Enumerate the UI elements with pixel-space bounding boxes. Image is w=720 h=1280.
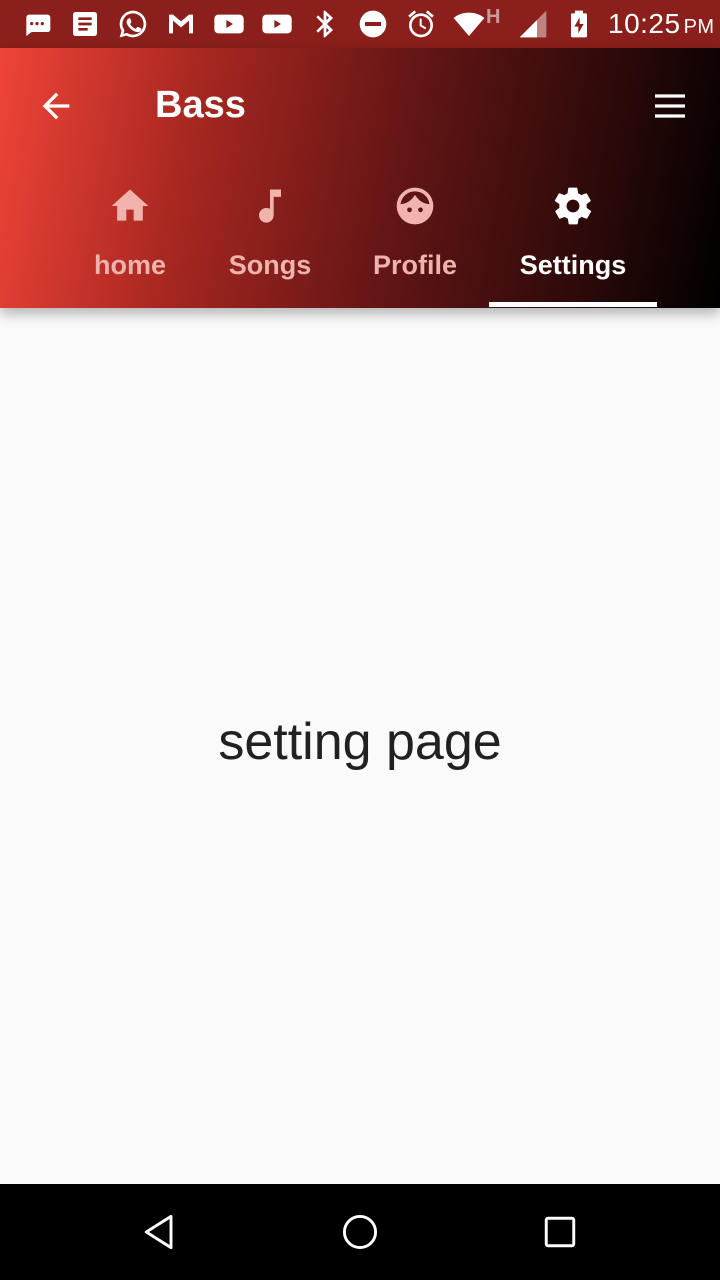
- signal-icon: [516, 7, 550, 41]
- screen: H 10:25 PM Bass home Songs Profile Setti…: [0, 0, 720, 1280]
- app-title: Bass: [155, 84, 246, 126]
- page-content-text: setting page: [218, 713, 502, 771]
- arrow-back-icon: [42, 92, 70, 120]
- clock-time: 10:25: [608, 8, 681, 39]
- wifi-icon: [452, 7, 486, 41]
- tab-home[interactable]: home: [70, 178, 190, 308]
- face-icon: [393, 184, 437, 228]
- app-bar: Bass home Songs Profile Settings: [0, 48, 720, 308]
- back-triangle-icon: [144, 1214, 173, 1250]
- tab-label: Settings: [519, 250, 627, 280]
- tab-label: Profile: [372, 250, 458, 280]
- bluetooth-icon: [308, 7, 342, 41]
- active-tab-indicator: [489, 302, 657, 307]
- status-bar-clock: 10:25 PM: [608, 8, 715, 40]
- notes-icon: [68, 7, 102, 41]
- nav-back-button[interactable]: [136, 1208, 184, 1256]
- recents-square-icon: [544, 1216, 576, 1248]
- tab-songs[interactable]: Songs: [210, 178, 330, 308]
- system-nav-bar: [0, 1184, 720, 1280]
- hamburger-menu-icon: [655, 94, 685, 118]
- tab-label: Songs: [228, 250, 312, 280]
- home-icon: [108, 184, 152, 228]
- status-bar: H 10:25 PM: [0, 0, 720, 48]
- alarm-icon: [404, 7, 438, 41]
- nav-recents-button[interactable]: [536, 1208, 584, 1256]
- clock-ampm: PM: [683, 16, 715, 38]
- tab-settings[interactable]: Settings: [489, 178, 657, 308]
- youtube-icon: [260, 7, 294, 41]
- tab-bar: home Songs Profile Settings: [0, 178, 720, 308]
- gear-icon: [551, 184, 595, 228]
- status-bar-notifications: [0, 7, 486, 41]
- network-type-label: H: [486, 5, 501, 28]
- youtube-icon: [212, 7, 246, 41]
- battery-charging-icon: [562, 7, 596, 41]
- tab-profile[interactable]: Profile: [355, 178, 475, 308]
- do-not-disturb-icon: [356, 7, 390, 41]
- messages-icon: [20, 7, 54, 41]
- music-note-icon: [248, 184, 292, 228]
- whatsapp-icon: [116, 7, 150, 41]
- back-button[interactable]: [30, 80, 82, 132]
- menu-button[interactable]: [644, 80, 696, 132]
- status-bar-system: H 10:25 PM: [486, 5, 720, 41]
- tab-label: home: [93, 250, 166, 280]
- nav-home-button[interactable]: [336, 1208, 384, 1256]
- gmail-icon: [164, 7, 198, 41]
- home-circle-icon: [342, 1214, 378, 1250]
